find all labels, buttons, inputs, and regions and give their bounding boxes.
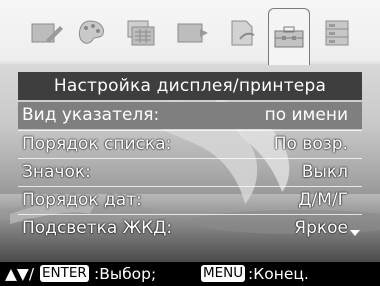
menu-item-list-order[interactable]: Порядок списка: По возр. [18, 131, 362, 158]
menu-item-icon[interactable]: Значок: Выкл [18, 159, 362, 186]
file-edit-icon[interactable] [226, 18, 260, 48]
calendar-icon[interactable] [122, 18, 156, 48]
up-down-arrows-icon: ▲▼/ [5, 265, 35, 283]
device-screen: Настройка дисплея/принтера Вид указателя… [0, 0, 380, 286]
menu-item-value: Д/М/Г [298, 190, 348, 210]
menu-item-label: Вид указателя: [22, 105, 160, 125]
menu-item-value: Выкл [301, 162, 348, 182]
menu-item-lcd-backlight[interactable]: Подсветка ЖКД: Яркое [18, 215, 362, 242]
menu-action-text: :Конец. [248, 265, 309, 283]
menu-title: Настройка дисплея/принтера [18, 72, 362, 100]
palette-icon[interactable] [74, 18, 108, 48]
menu-item-value: по имени [264, 105, 348, 125]
menu-item-label: Порядок списка: [22, 134, 172, 154]
toolbox-icon[interactable] [268, 8, 310, 65]
list-icon[interactable] [320, 18, 354, 48]
scroll-down-icon[interactable] [350, 230, 360, 236]
menu-item-label: Подсветка ЖКД: [22, 218, 173, 238]
menu-item-value: По возр. [273, 134, 348, 154]
menu-item-date-order[interactable]: Порядок дат: Д/М/Г [18, 187, 362, 214]
menu-item-label: Порядок дат: [22, 190, 142, 210]
slideshow-icon[interactable] [176, 18, 210, 48]
enter-key-badge: ENTER [40, 265, 89, 282]
settings-menu: Настройка дисплея/принтера Вид указателя… [18, 72, 362, 250]
menu-item-label: Значок: [22, 162, 91, 182]
footer-bar: ▲▼/ ENTER :Выбор; MENU :Конец. [0, 262, 380, 286]
menu-key-badge: MENU [201, 265, 246, 282]
menu-item-pointer-view[interactable]: Вид указателя: по имени [18, 102, 362, 129]
edit-icon[interactable] [30, 18, 64, 48]
menu-item-value: Яркое [294, 218, 348, 238]
enter-action-text: :Выбор; [94, 265, 157, 283]
tab-bar [0, 0, 380, 65]
